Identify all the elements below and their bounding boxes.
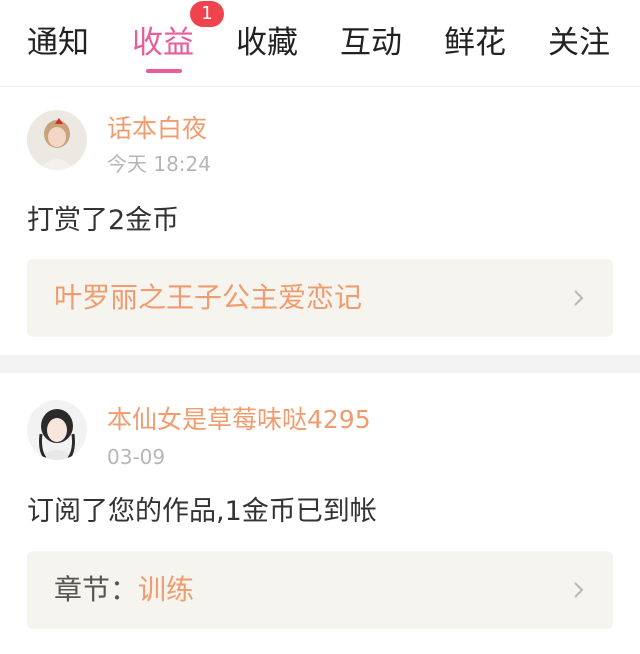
chevron-right-icon xyxy=(574,290,584,306)
tab-favorites[interactable]: 收藏 xyxy=(236,22,298,64)
username[interactable]: 本仙女是草莓味哒4295 xyxy=(107,404,371,436)
username[interactable]: 话本白夜 xyxy=(107,113,207,145)
avatar[interactable] xyxy=(27,400,87,460)
tab-following[interactable]: 关注 xyxy=(548,22,610,64)
message-text: 打赏了2金币 xyxy=(27,205,180,236)
link-prefix: 章节： xyxy=(54,573,139,606)
timestamp: 03-09 xyxy=(107,445,166,469)
chapter-link[interactable]: 章节：训练 xyxy=(27,551,613,629)
feed-item: 话本白夜 今天 18:24 打赏了2金币 叶罗丽之王子公主爱恋记 xyxy=(0,87,640,355)
notification-badge: 1 xyxy=(190,1,224,27)
tab-interactions[interactable]: 互动 xyxy=(340,22,402,64)
feed-item: 本仙女是草莓味哒4295 03-09 订阅了您的作品,1金币已到帐 章节：训练 xyxy=(0,373,640,654)
chevron-right-icon xyxy=(574,582,584,598)
work-link[interactable]: 叶罗丽之王子公主爱恋记 xyxy=(27,259,613,337)
section-divider xyxy=(0,355,640,373)
link-title: 叶罗丽之王子公主爱恋记 xyxy=(54,281,363,314)
tab-bar: 通知 收益 1 收藏 互动 鲜花 关注 xyxy=(0,0,640,87)
chapter-title: 章节：训练 xyxy=(54,571,194,609)
tab-notifications[interactable]: 通知 xyxy=(27,22,89,64)
timestamp: 今天 18:24 xyxy=(107,152,211,176)
avatar[interactable] xyxy=(27,110,87,170)
tab-earnings[interactable]: 收益 xyxy=(132,22,194,64)
link-title: 训练 xyxy=(138,573,195,606)
active-tab-indicator xyxy=(146,69,182,73)
work-title: 叶罗丽之王子公主爱恋记 xyxy=(54,279,362,317)
tab-flowers[interactable]: 鲜花 xyxy=(444,22,506,64)
message-text: 订阅了您的作品,1金币已到帐 xyxy=(27,496,377,527)
